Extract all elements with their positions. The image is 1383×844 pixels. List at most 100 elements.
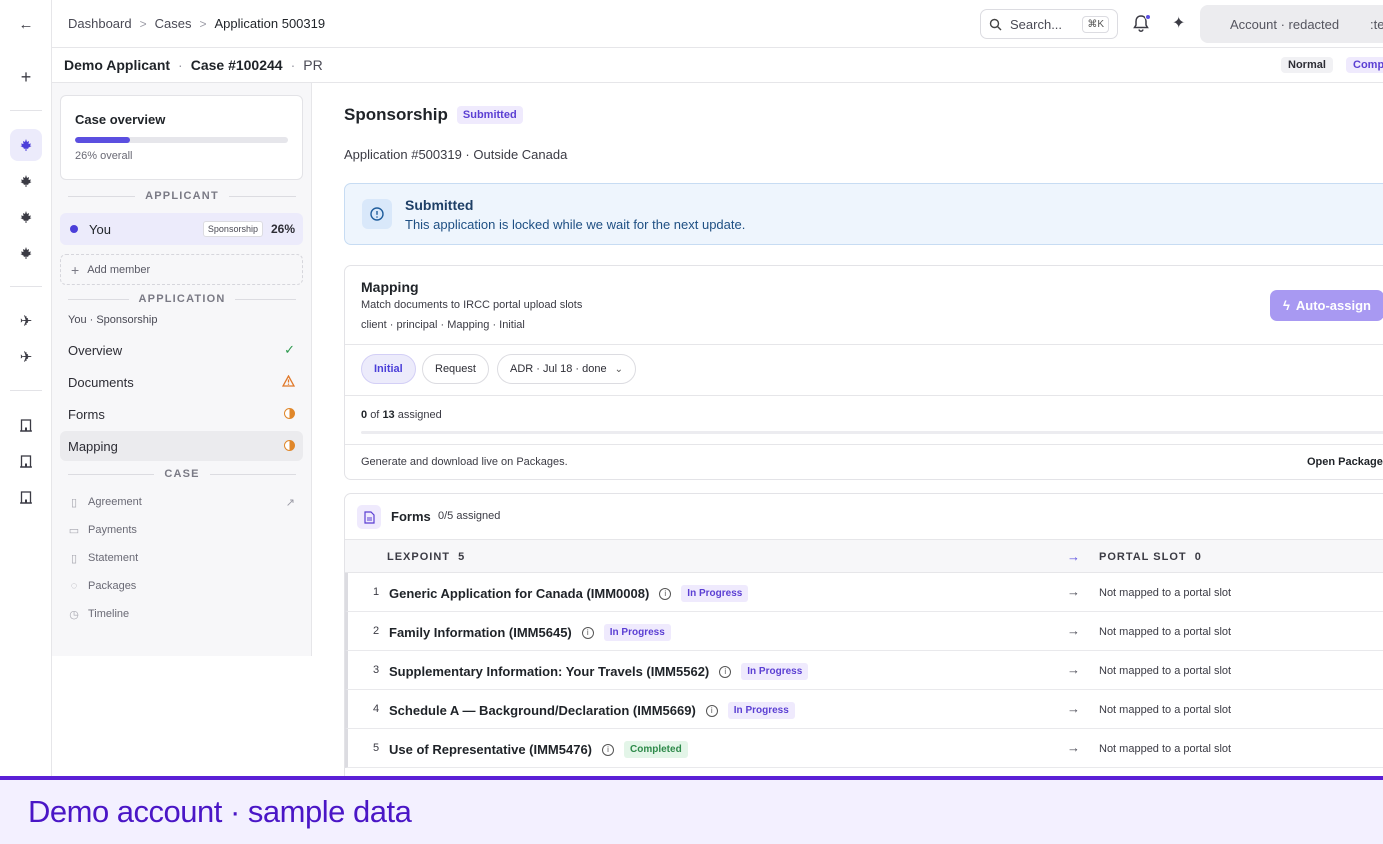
arrow-right-icon: → xyxy=(1067,740,1080,755)
tab-request[interactable]: Request xyxy=(422,354,489,384)
table-row[interactable]: 3 Supplementary Information: Your Travel… xyxy=(345,651,1383,690)
adr-dropdown[interactable]: ADR · Jul 18 · done ⌄ xyxy=(497,354,636,384)
maple-leaf-icon[interactable] xyxy=(10,237,42,269)
member-dot xyxy=(70,225,78,233)
breadcrumb-dashboard[interactable]: Dashboard xyxy=(68,16,132,31)
top-bar: Dashboard > Cases > Application 500319 S… xyxy=(52,0,1383,48)
member-percent: 26% xyxy=(270,222,295,236)
assigned-count: 0 of 13 assigned xyxy=(361,409,442,421)
case-item-label: Statement xyxy=(88,552,139,564)
nav-label: Mapping xyxy=(68,438,118,454)
add-member-button[interactable]: + Add member xyxy=(60,254,303,285)
mapping-context: client · principal · Mapping · Initial xyxy=(361,319,525,331)
mapping-title: Mapping xyxy=(361,279,419,295)
nav-mapping[interactable]: Mapping xyxy=(60,431,303,461)
case-section-heading: CASE xyxy=(68,468,296,480)
plus-icon[interactable]: + xyxy=(10,61,42,93)
lightning-icon: ϟ xyxy=(1282,298,1290,313)
plus-icon: + xyxy=(71,261,80,278)
chevron-right-icon: > xyxy=(199,16,207,31)
status-badge: Submitted xyxy=(456,106,523,124)
building-icon[interactable] xyxy=(10,409,42,441)
packages-hint: Generate and download live on Packages. xyxy=(361,456,568,468)
open-packages-link[interactable]: Open Packages → xyxy=(1307,456,1383,468)
breadcrumb-cases[interactable]: Cases xyxy=(155,16,192,31)
nav-label: Forms xyxy=(68,406,105,422)
info-icon xyxy=(362,199,392,229)
applicant-section-heading: APPLICANT xyxy=(68,190,296,202)
maple-leaf-icon[interactable] xyxy=(10,201,42,233)
building-icon[interactable] xyxy=(10,445,42,477)
case-item-packages[interactable]: ◌ Packages xyxy=(60,573,303,599)
table-row[interactable]: 4 Schedule A — Background/Declaration (I… xyxy=(345,690,1383,729)
applicant-name: Demo Applicant xyxy=(64,57,171,73)
page-title-row: Sponsorship Submitted xyxy=(344,105,523,125)
tab-initial[interactable]: Initial xyxy=(361,354,416,384)
search-button[interactable]: Search... ⌘K xyxy=(980,9,1118,39)
rail-divider xyxy=(10,110,42,111)
info-icon[interactable]: i xyxy=(659,587,672,600)
table-row[interactable]: 5 Use of Representative (IMM5476) i Comple… xyxy=(345,729,1383,768)
info-icon[interactable]: i xyxy=(581,626,594,639)
mapping-subtitle: Match documents to IRCC portal upload sl… xyxy=(361,299,583,311)
half-progress-icon xyxy=(284,439,295,454)
case-progress-bar xyxy=(75,137,288,143)
document-icon xyxy=(357,505,381,529)
plane-icon[interactable]: ✈ xyxy=(10,305,42,337)
maple-leaf-icon[interactable] xyxy=(10,129,42,161)
auto-assign-button[interactable]: ϟ Auto-assign xyxy=(1270,290,1383,321)
page-title: Sponsorship xyxy=(344,105,448,124)
external-link-icon: ↗ xyxy=(285,496,295,509)
case-item-statement[interactable]: ▯ Statement xyxy=(60,545,303,571)
nav-label: Overview xyxy=(68,342,123,358)
info-icon[interactable]: i xyxy=(602,743,615,756)
maple-leaf-icon[interactable] xyxy=(10,165,42,197)
clock-icon: ◷ xyxy=(69,608,79,621)
left-rail: ← + ✈ ✈ xyxy=(0,0,52,776)
half-progress-icon xyxy=(284,407,295,422)
column-portal-slot: PORTAL SLOT 0 xyxy=(1099,551,1202,563)
case-item-agreement[interactable]: ▯ Agreement ↗ xyxy=(60,489,303,515)
info-icon[interactable]: i xyxy=(705,704,718,717)
search-icon xyxy=(989,18,1002,30)
file-icon: ▯ xyxy=(70,496,78,509)
banner-text: This application is locked while we wait… xyxy=(405,217,746,232)
case-item-label: Timeline xyxy=(88,608,130,620)
arrow-right-icon: → xyxy=(1067,584,1080,599)
table-row[interactable]: 2 Family Information (IMM5645) i In Progre… xyxy=(345,612,1383,651)
status-badge: In Progress xyxy=(681,585,749,602)
search-shortcut: ⌘K xyxy=(1082,15,1109,33)
case-header: Demo Applicant · Case #100244 · PR Norma… xyxy=(52,48,1383,83)
arrow-left-icon[interactable]: ← xyxy=(10,8,42,40)
case-item-label: Packages xyxy=(88,580,137,592)
warning-icon xyxy=(281,374,296,390)
status-badge: In Progress xyxy=(727,702,795,719)
member-you[interactable]: You Sponsorship 26% xyxy=(60,213,303,245)
rail-divider xyxy=(10,286,42,287)
case-progress-text: 26% overall xyxy=(75,150,133,162)
building-icon[interactable] xyxy=(10,481,42,513)
forms-title: Forms xyxy=(391,509,431,524)
nav-overview[interactable]: Overview ✓ xyxy=(60,335,303,365)
sparkle-icon[interactable]: ✦ xyxy=(1172,13,1185,33)
forms-assigned: 0/5 assigned xyxy=(438,510,501,522)
nav-documents[interactable]: Documents xyxy=(60,367,303,397)
nav-forms[interactable]: Forms xyxy=(60,399,303,429)
table-row[interactable]: 1 Generic Application for Canada (IMM000… xyxy=(345,573,1383,612)
case-overview-card[interactable]: Case overview 26% overall xyxy=(60,95,303,180)
case-item-timeline[interactable]: ◷ Timeline xyxy=(60,601,303,627)
breadcrumb-application: Application 500319 xyxy=(214,16,326,31)
case-overview-title: Case overview xyxy=(75,112,166,127)
case-item-payments[interactable]: ▭ Payments xyxy=(60,517,303,543)
plane-icon[interactable]: ✈ xyxy=(10,341,42,373)
main-content: Sponsorship Submitted Application #50031… xyxy=(312,83,1383,776)
status-badge: Completed xyxy=(624,741,688,758)
add-member-label: Add member xyxy=(87,263,151,276)
account-button[interactable]: Account · redacted :te xyxy=(1200,5,1383,43)
check-circle-icon: ◌ xyxy=(70,580,78,592)
row-number: 1 xyxy=(373,586,380,598)
info-icon[interactable]: i xyxy=(719,665,732,678)
portal-slot: Not mapped to a portal slot xyxy=(1099,587,1232,599)
bell-icon[interactable] xyxy=(1132,14,1152,34)
form-name: Generic Application for Canada (IMM0008) xyxy=(389,586,650,601)
